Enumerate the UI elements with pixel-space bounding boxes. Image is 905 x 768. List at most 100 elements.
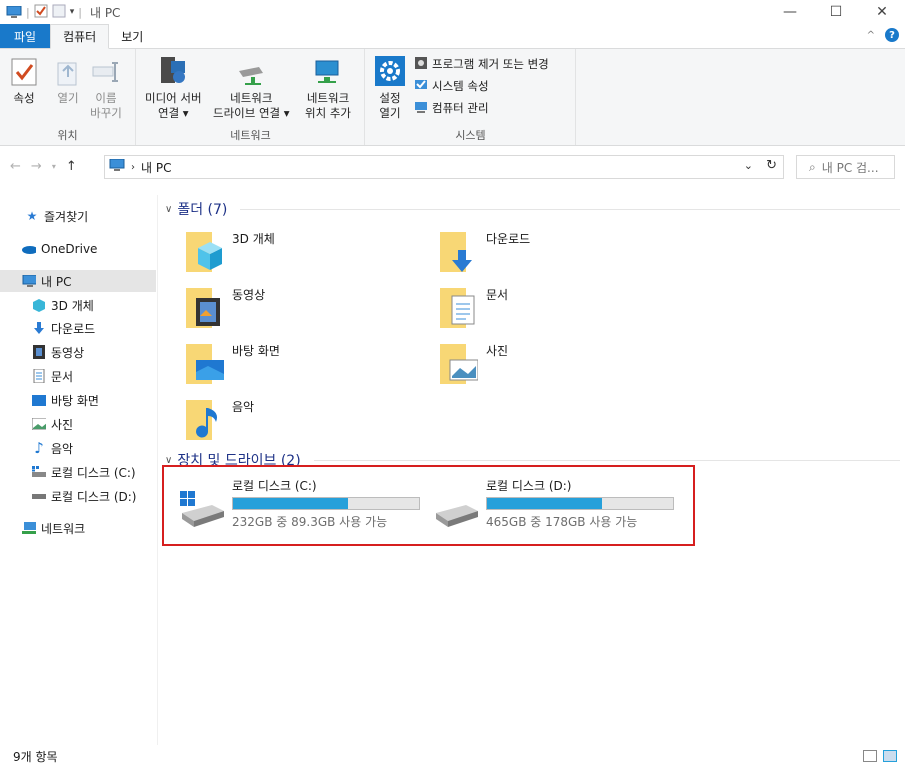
folder-videos[interactable]: 동영상 — [184, 286, 265, 330]
folder-picture-icon — [438, 342, 479, 386]
large-icons-view-icon[interactable] — [883, 750, 897, 762]
search-placeholder: 내 PC 검... — [821, 160, 879, 175]
system-properties-button[interactable]: 시스템 속성 — [414, 77, 549, 95]
folder-desktop[interactable]: 바탕 화면 — [184, 342, 280, 386]
collapse-chevron-icon: ∨ — [165, 203, 173, 215]
up-arrow-icon[interactable]: ↑ — [66, 159, 77, 174]
properties-icon — [8, 53, 40, 87]
sidebar-item-drive-d[interactable]: 로컬 디스크 (D:) — [0, 485, 156, 507]
open-icon — [52, 53, 84, 87]
refresh-icon[interactable]: ↻ — [766, 158, 777, 173]
music-note-icon: ♪ — [34, 439, 44, 457]
search-box[interactable]: ⌕ 내 PC 검... — [796, 155, 895, 179]
tab-computer[interactable]: 컴퓨터 — [50, 24, 110, 49]
folder-download-icon — [438, 230, 478, 274]
folder-downloads[interactable]: 다운로드 — [438, 230, 530, 274]
computer-management-icon — [414, 100, 428, 117]
highlight-box — [162, 465, 695, 546]
search-icon: ⌕ — [809, 159, 816, 174]
collapse-chevron-icon: ∨ — [165, 454, 173, 466]
properties-quick-icon[interactable] — [34, 4, 48, 21]
computer-management-button[interactable]: 컴퓨터 관리 — [414, 99, 549, 117]
back-arrow-icon[interactable]: ← — [10, 159, 21, 174]
download-arrow-icon — [32, 321, 46, 335]
computer-icon — [22, 274, 36, 288]
desktop-icon — [32, 393, 46, 407]
section-divider — [240, 208, 900, 210]
forward-arrow-icon[interactable]: → — [31, 159, 42, 174]
maximize-button[interactable]: ☐ — [813, 0, 859, 24]
open-button[interactable]: 열기 — [52, 53, 84, 106]
cube-icon — [32, 298, 46, 312]
navigation-pane: ★ 즐겨찾기 OneDrive 내 PC 3D 개체 다운로드 동영상 문서 바… — [0, 195, 158, 745]
close-button[interactable]: ✕ — [859, 0, 905, 24]
network-icon — [22, 521, 36, 535]
recent-locations-icon[interactable]: ▾ — [52, 162, 56, 174]
windows-drive-icon — [32, 465, 46, 479]
uninstall-program-button[interactable]: 프로그램 제거 또는 변경 — [414, 55, 549, 73]
folder-document-icon — [438, 286, 478, 330]
group-label-location: 위치 — [57, 129, 78, 142]
sidebar-item-3d-objects[interactable]: 3D 개체 — [0, 294, 156, 316]
sidebar-item-quick-access[interactable]: ★ 즐겨찾기 — [0, 205, 156, 227]
separator: | — [78, 5, 82, 19]
computer-icon — [6, 5, 22, 19]
folder-documents[interactable]: 문서 — [438, 286, 508, 330]
customize-quick-access-icon[interactable]: ▾ — [70, 7, 75, 17]
help-icon[interactable]: ? — [885, 28, 899, 42]
folders-section-header[interactable]: ∨ 폴더 (7) — [165, 199, 900, 219]
network-drive-icon — [235, 53, 267, 87]
picture-icon — [32, 417, 46, 431]
cloud-icon — [22, 242, 36, 256]
breadcrumb-this-pc[interactable]: 내 PC — [141, 159, 171, 176]
details-view-icon[interactable] — [863, 750, 877, 762]
ribbon-group-location: 속성 열기 이름 바꾸기 위치 — [0, 49, 136, 145]
map-network-drive-button[interactable]: 네트워크 드라이브 연결 ▾ — [213, 53, 290, 121]
drive-icon — [32, 489, 46, 503]
address-bar[interactable]: › 내 PC ⌄ ↻ — [104, 155, 784, 179]
folder-music[interactable]: 음악 — [184, 398, 254, 442]
tab-view[interactable]: 보기 — [109, 24, 155, 48]
window-title: 내 PC — [89, 5, 121, 20]
address-history-chevron-icon[interactable]: ⌄ — [744, 159, 753, 172]
quick-access-toolbar: | ▾ | 내 PC — [0, 4, 120, 21]
folder-pictures[interactable]: 사진 — [438, 342, 508, 386]
section-divider — [313, 459, 900, 461]
folder-3d-icon — [184, 230, 224, 274]
item-count: 9개 항목 — [13, 750, 58, 764]
add-network-location-button[interactable]: 네트워크 위치 추가 — [305, 53, 351, 121]
media-server-icon — [157, 53, 189, 87]
sidebar-item-desktop[interactable]: 바탕 화면 — [0, 389, 156, 411]
media-server-button[interactable]: 미디어 서버 연결 ▾ — [145, 53, 202, 121]
ribbon-group-network: 미디어 서버 연결 ▾ 네트워크 드라이브 연결 ▾ 네트워크 위치 추가 네트… — [137, 49, 365, 145]
separator: | — [26, 5, 30, 19]
sidebar-item-music[interactable]: ♪ 음악 — [0, 437, 156, 459]
film-icon — [32, 345, 46, 359]
sidebar-item-downloads[interactable]: 다운로드 — [0, 317, 156, 339]
settings-gear-icon — [374, 53, 406, 87]
system-properties-icon — [414, 78, 428, 95]
ribbon-group-system: 설정 열기 프로그램 제거 또는 변경 시스템 속성 컴퓨터 관리 시스템 — [366, 49, 576, 145]
title-bar: | ▾ | 내 PC — ☐ ✕ — [0, 0, 905, 24]
collapse-ribbon-icon[interactable]: ^ — [867, 30, 875, 41]
sidebar-item-documents[interactable]: 문서 — [0, 365, 156, 387]
folder-3d-objects[interactable]: 3D 개체 — [184, 230, 275, 274]
sidebar-item-network[interactable]: 네트워크 — [0, 517, 156, 539]
document-icon — [32, 369, 46, 383]
sidebar-item-onedrive[interactable]: OneDrive — [0, 238, 156, 260]
rename-button[interactable]: 이름 바꾸기 — [90, 53, 122, 121]
sidebar-item-drive-c[interactable]: 로컬 디스크 (C:) — [0, 461, 156, 483]
minimize-button[interactable]: — — [767, 0, 813, 24]
rename-icon — [90, 53, 122, 87]
ribbon: 속성 열기 이름 바꾸기 위치 미디어 서버 연결 ▾ 네트워크 드라이브 연결… — [0, 49, 905, 146]
group-label-system: 시스템 — [455, 129, 486, 142]
open-settings-button[interactable]: 설정 열기 — [374, 53, 406, 121]
sidebar-item-this-pc[interactable]: 내 PC — [0, 270, 156, 292]
breadcrumb-chevron-icon[interactable]: › — [131, 162, 135, 173]
sidebar-item-videos[interactable]: 동영상 — [0, 341, 156, 363]
sidebar-item-pictures[interactable]: 사진 — [0, 413, 156, 435]
new-folder-quick-icon[interactable] — [52, 4, 66, 21]
uninstall-icon — [414, 56, 428, 73]
properties-button[interactable]: 속성 — [8, 53, 40, 106]
tab-file[interactable]: 파일 — [0, 24, 51, 48]
